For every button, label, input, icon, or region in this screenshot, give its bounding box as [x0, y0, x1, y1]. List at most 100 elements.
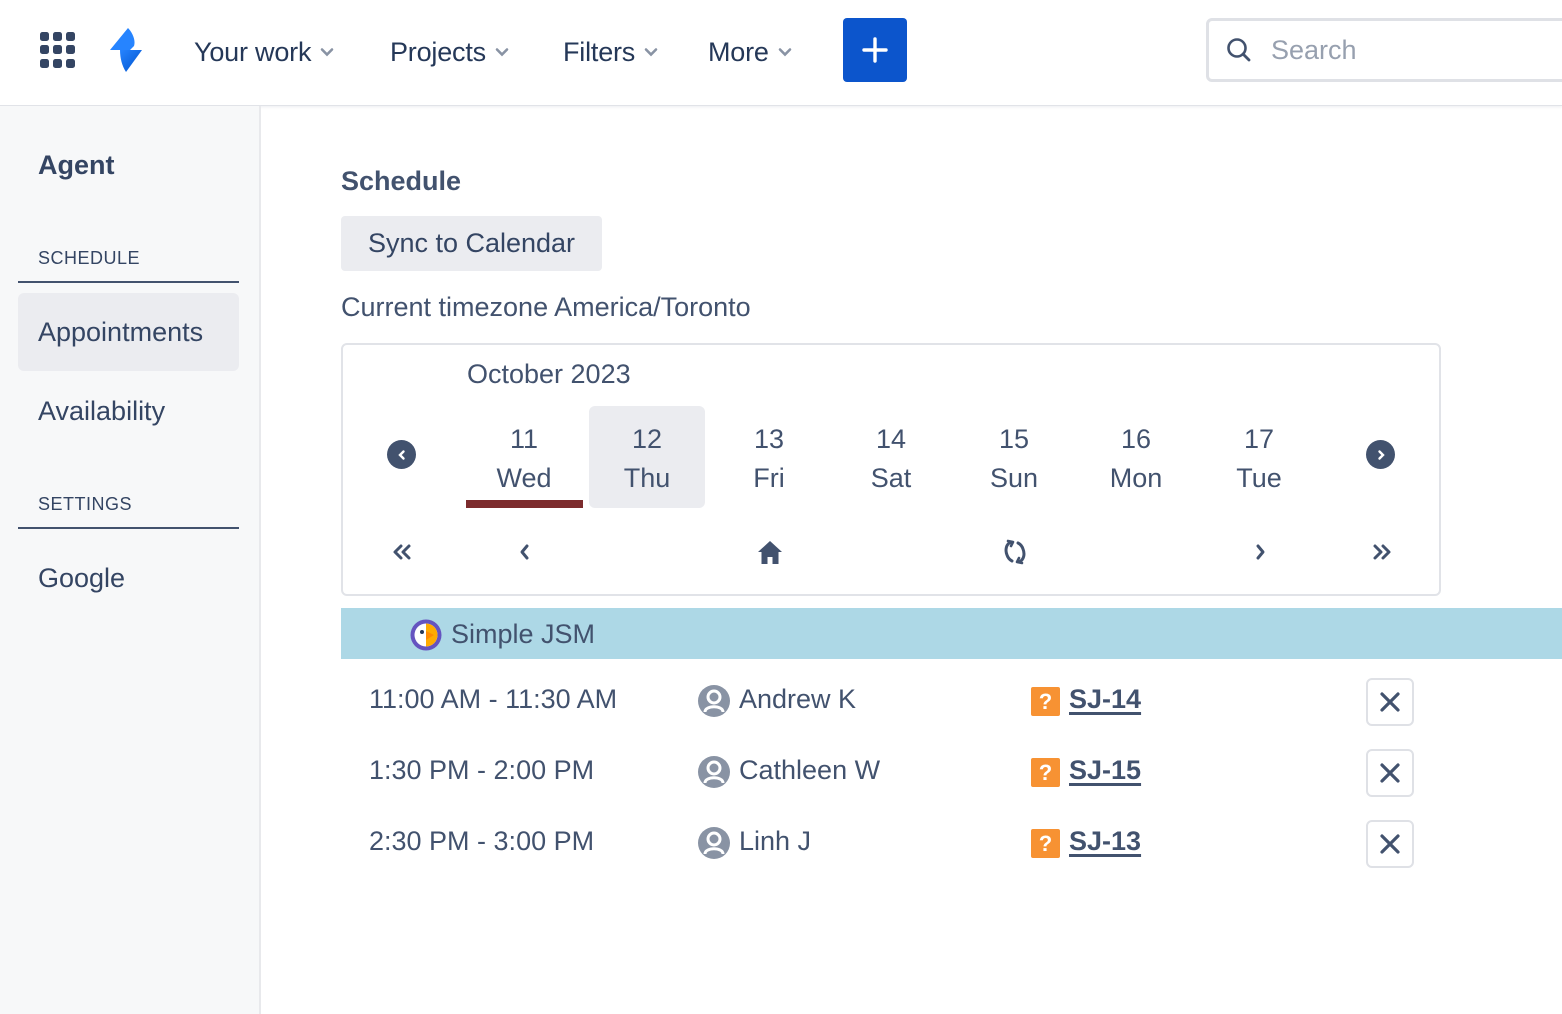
day-number: 11: [509, 424, 539, 454]
calendar-month-label: October 2023: [467, 359, 631, 389]
close-icon: [1380, 834, 1400, 854]
top-navigation: Your work Projects Filters More: [0, 0, 1562, 106]
day-of-week: Sat: [870, 463, 912, 493]
project-avatar-icon: [410, 619, 442, 651]
issue-type-question-icon: ?: [1031, 829, 1060, 858]
issue-type-question-icon: ?: [1031, 687, 1060, 716]
nav-filters[interactable]: Filters: [563, 30, 659, 74]
chevron-right-icon: [1256, 544, 1265, 560]
day-number: 12: [631, 424, 663, 454]
issue-key-link[interactable]: SJ-15: [1069, 755, 1141, 786]
calendar-day[interactable]: 11 Wed: [466, 406, 582, 508]
week-calendar: October 2023 11 Wed 12 Thu 13 Fri 14 Sat…: [341, 343, 1441, 596]
day-of-week: Sun: [989, 463, 1039, 493]
calendar-day[interactable]: 17 Tue: [1201, 406, 1317, 508]
project-header: Simple JSM: [341, 608, 1562, 659]
next-day-button[interactable]: [1242, 536, 1278, 568]
nav-more[interactable]: More: [708, 30, 793, 74]
cancel-appointment-button[interactable]: [1366, 678, 1414, 726]
day-number: 17: [1243, 424, 1275, 454]
user-avatar-icon: [698, 827, 730, 859]
customer-name: Cathleen W: [739, 755, 881, 785]
sidebar-item-label: Google: [38, 562, 126, 593]
sidebar-item-label: Appointments: [38, 316, 204, 347]
day-of-week: Wed: [496, 463, 552, 493]
sidebar-section-settings: SETTINGS: [18, 494, 239, 529]
today-indicator: [466, 500, 583, 508]
previous-month-button[interactable]: [384, 536, 420, 568]
calendar-day[interactable]: 15 Sun: [956, 406, 1072, 508]
refresh-icon: [1004, 539, 1026, 565]
day-number: 15: [998, 424, 1030, 454]
search-icon: [1227, 38, 1251, 62]
project-name: Simple JSM: [451, 619, 596, 649]
calendar-day-selected[interactable]: 12 Thu: [589, 406, 705, 508]
sidebar-section-schedule: SCHEDULE: [18, 248, 239, 283]
chevron-down-icon: [320, 48, 334, 57]
appointment-time: 11:00 AM - 11:30 AM: [369, 684, 618, 714]
next-month-button[interactable]: [1364, 536, 1400, 568]
close-icon: [1380, 763, 1400, 783]
timezone-label: Current timezone America/Toronto: [341, 292, 751, 322]
issue-key-link[interactable]: SJ-14: [1069, 684, 1141, 715]
sidebar-item-label: Availability: [38, 395, 166, 426]
today-button[interactable]: [752, 536, 788, 568]
sidebar-item-google[interactable]: Google: [18, 539, 239, 617]
jira-logo-icon[interactable]: [106, 26, 148, 74]
refresh-button[interactable]: [997, 536, 1033, 568]
home-icon: [758, 541, 782, 564]
double-chevron-left-icon: [393, 544, 411, 560]
sync-to-calendar-button[interactable]: Sync to Calendar: [341, 216, 602, 271]
nav-projects-label: Projects: [390, 36, 486, 67]
chevron-down-icon: [644, 48, 658, 57]
search-box[interactable]: [1206, 18, 1562, 82]
calendar-day[interactable]: 16 Mon: [1078, 406, 1194, 508]
nav-projects[interactable]: Projects: [390, 30, 510, 74]
previous-day-button[interactable]: [507, 536, 543, 568]
issue-key-link[interactable]: SJ-13: [1069, 826, 1141, 857]
chevron-left-icon: [520, 544, 529, 560]
day-number: 16: [1120, 424, 1152, 454]
appointment-row: 11:00 AM - 11:30 AM Andrew K ? SJ-14: [341, 672, 1441, 732]
close-icon: [1380, 692, 1400, 712]
create-button[interactable]: [843, 18, 907, 82]
search-input[interactable]: [1271, 34, 1551, 66]
nav-your-work[interactable]: Your work: [194, 30, 335, 74]
customer-name: Linh J: [739, 826, 812, 856]
nav-filters-label: Filters: [563, 36, 636, 67]
calendar-day[interactable]: 13 Fri: [711, 406, 827, 508]
appointment-time: 2:30 PM - 3:00 PM: [369, 826, 595, 856]
page-title: Schedule: [341, 166, 462, 196]
day-of-week: Tue: [1236, 463, 1282, 493]
day-of-week: Fri: [753, 463, 785, 493]
user-avatar-icon: [698, 685, 730, 717]
day-of-week: Thu: [623, 463, 671, 493]
previous-week-button[interactable]: [387, 440, 416, 469]
sidebar-item-appointments[interactable]: Appointments: [18, 293, 239, 371]
day-of-week: Mon: [1109, 463, 1163, 493]
appointment-row: 2:30 PM - 3:00 PM Linh J ? SJ-13: [341, 814, 1441, 874]
cancel-appointment-button[interactable]: [1366, 820, 1414, 868]
sidebar-title: Agent: [38, 150, 115, 180]
sidebar-item-availability[interactable]: Availability: [18, 372, 239, 450]
chevron-down-icon: [778, 48, 792, 57]
chevron-down-icon: [495, 48, 509, 57]
appointment-time: 1:30 PM - 2:00 PM: [369, 755, 595, 785]
appointment-row: 1:30 PM - 2:00 PM Cathleen W ? SJ-15: [341, 743, 1441, 803]
nav-your-work-label: Your work: [194, 36, 312, 67]
chevron-right-icon: [1377, 449, 1385, 460]
customer-name: Andrew K: [739, 684, 857, 714]
next-week-button[interactable]: [1366, 440, 1395, 469]
sidebar: Agent SCHEDULE Appointments Availability…: [0, 106, 261, 1014]
chevron-left-icon: [397, 449, 405, 460]
day-number: 14: [875, 424, 907, 454]
day-number: 13: [753, 424, 785, 454]
cancel-appointment-button[interactable]: [1366, 749, 1414, 797]
issue-type-question-icon: ?: [1031, 758, 1060, 787]
user-avatar-icon: [698, 756, 730, 788]
nav-more-label: More: [708, 36, 769, 67]
double-chevron-right-icon: [1373, 544, 1391, 560]
app-switcher-icon[interactable]: [40, 32, 76, 68]
calendar-day[interactable]: 14 Sat: [833, 406, 949, 508]
plus-icon: [862, 37, 888, 63]
